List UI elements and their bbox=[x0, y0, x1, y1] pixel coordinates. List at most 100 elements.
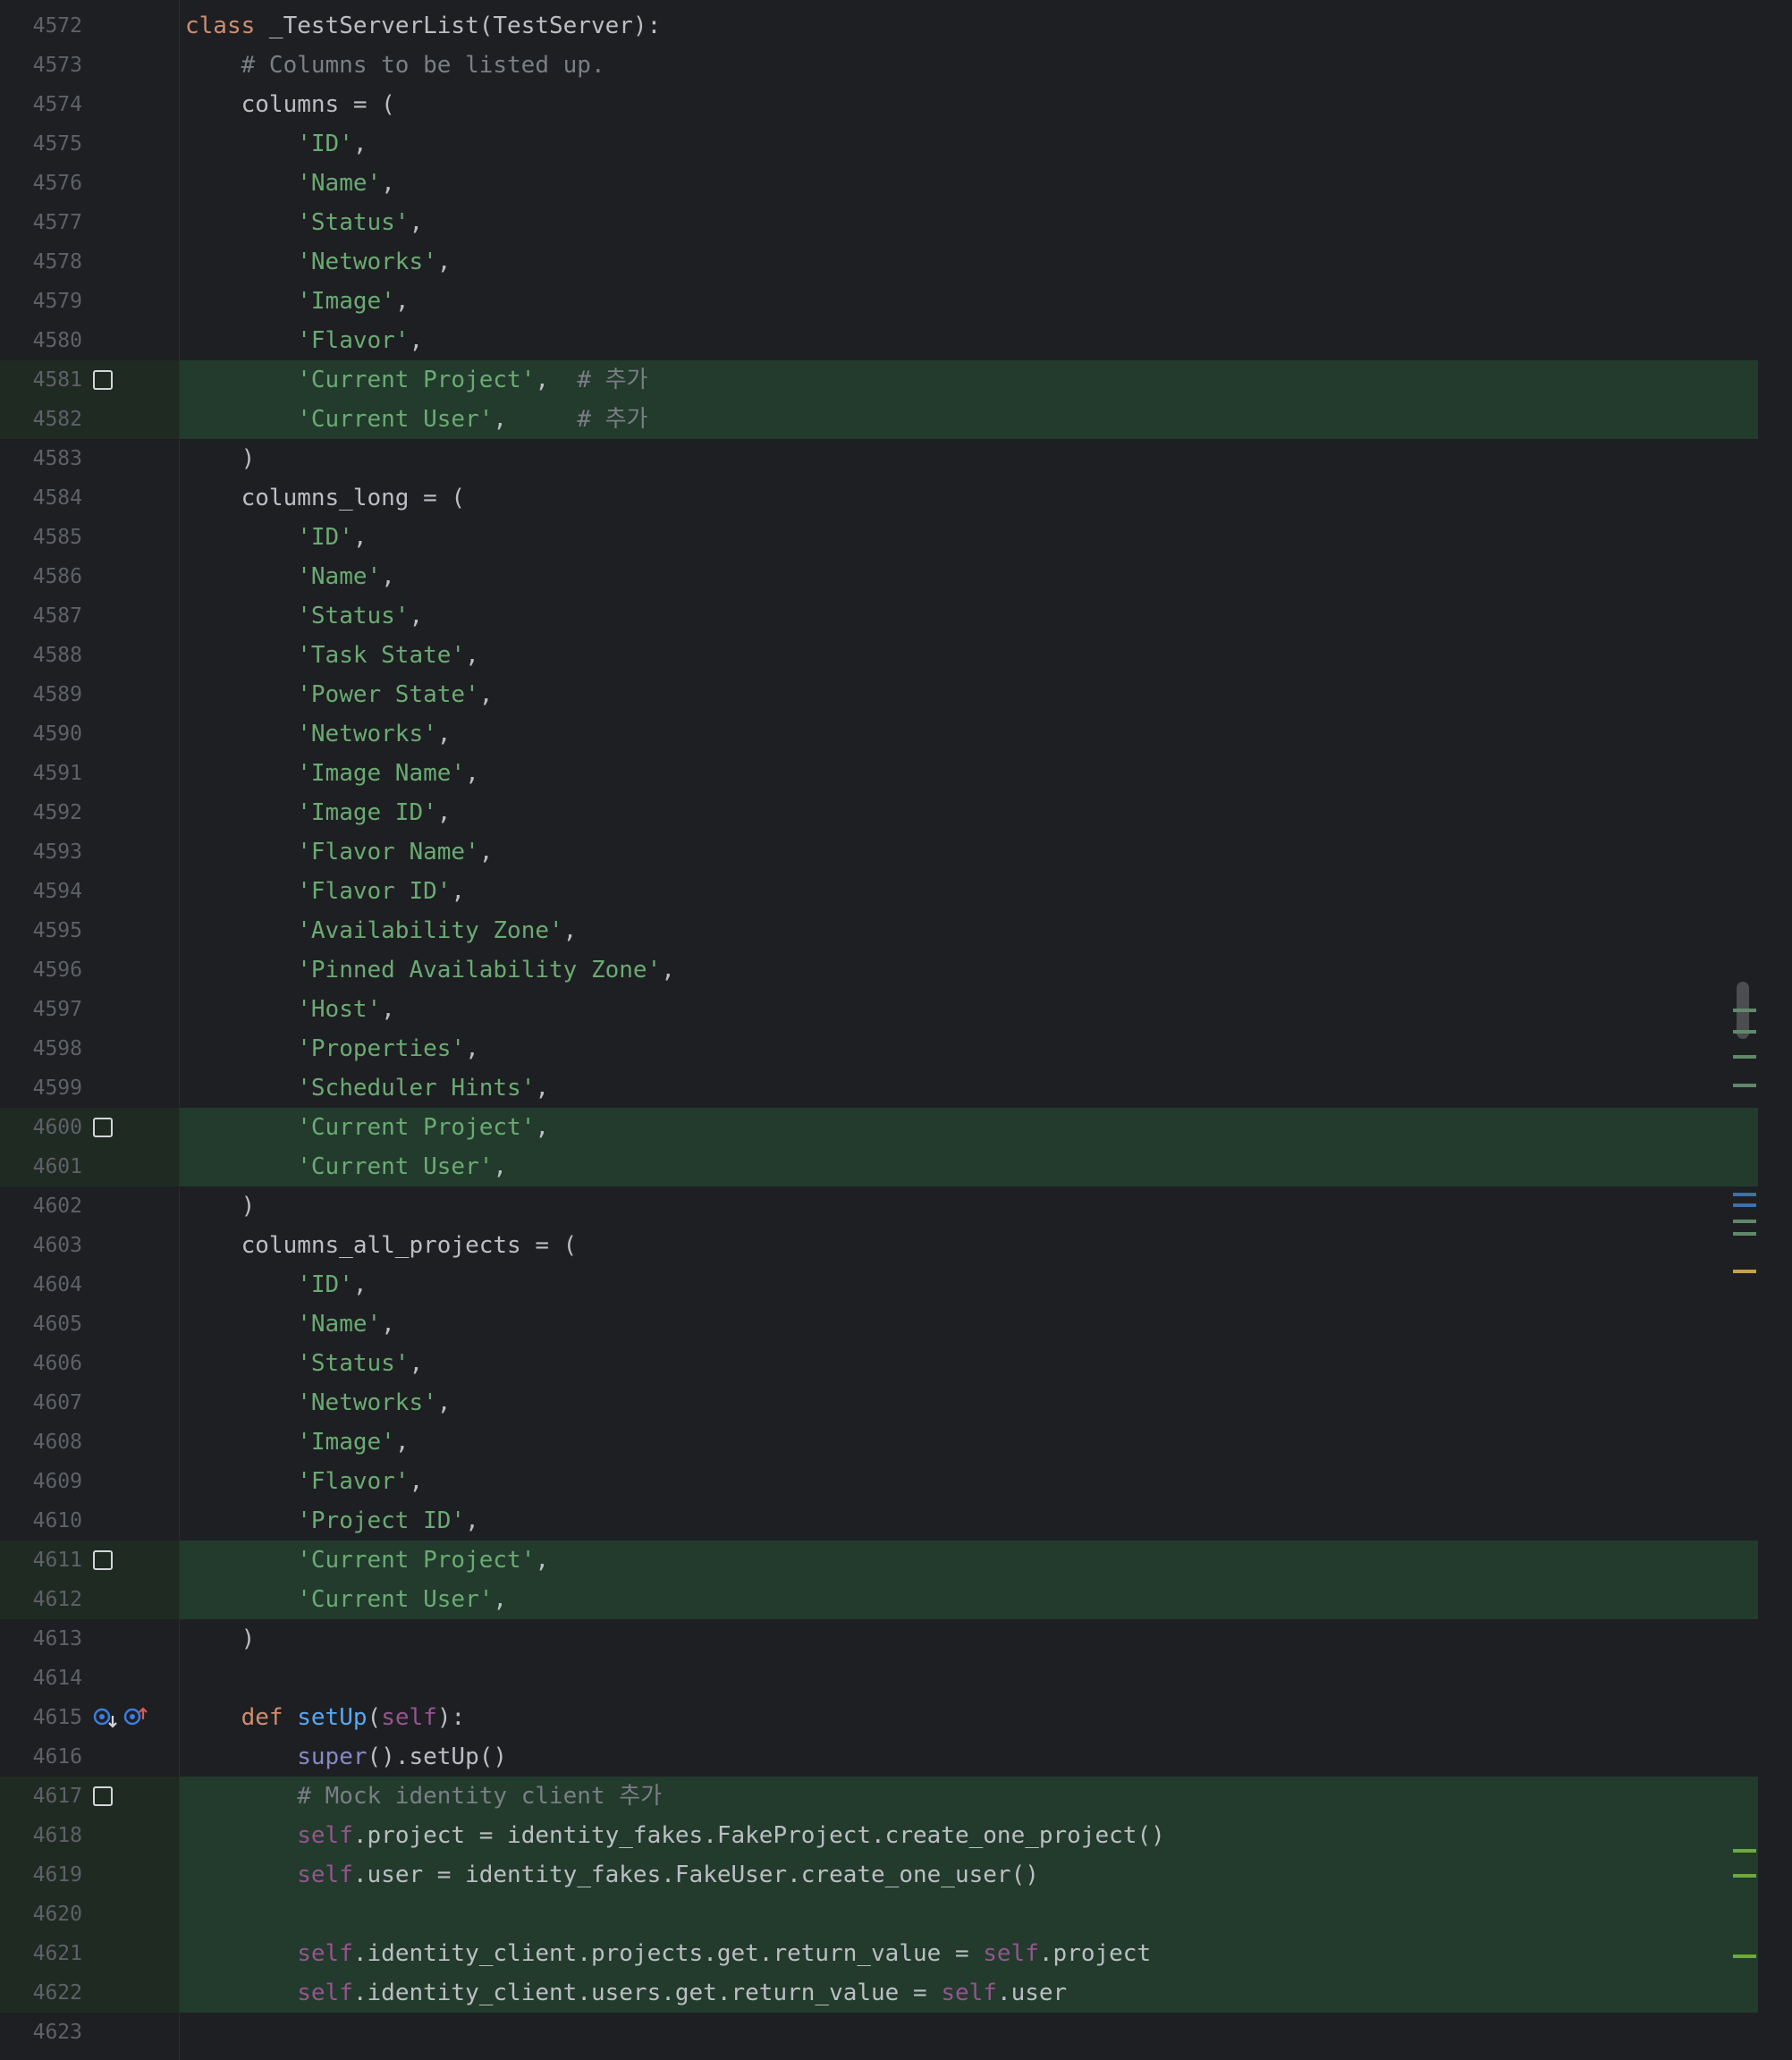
code-line[interactable]: 4594 'Flavor ID', bbox=[0, 872, 1757, 911]
code-text[interactable]: def setUp(self): bbox=[180, 1698, 1762, 1737]
code-line[interactable]: 4593 'Flavor Name', bbox=[0, 832, 1757, 872]
code-line[interactable]: 4574 columns = ( bbox=[0, 85, 1757, 124]
code-line[interactable]: 4614 bbox=[0, 1659, 1757, 1698]
change-checkbox[interactable] bbox=[93, 1550, 113, 1570]
code-text[interactable]: 'Host', bbox=[180, 990, 1762, 1029]
scrollbar-change-marker[interactable] bbox=[1733, 1084, 1756, 1087]
scrollbar-change-marker[interactable] bbox=[1733, 1220, 1756, 1223]
code-line[interactable]: 4602 ) bbox=[0, 1186, 1757, 1226]
code-text[interactable]: 'Flavor Name', bbox=[180, 832, 1762, 872]
code-line[interactable]: 4573 # Columns to be listed up. bbox=[0, 46, 1757, 85]
gutter-cell[interactable]: 4611 bbox=[0, 1541, 179, 1580]
code-line[interactable]: 4608 'Image', bbox=[0, 1423, 1757, 1462]
code-line[interactable]: 4589 'Power State', bbox=[0, 675, 1757, 714]
gutter-cell[interactable]: 4615 bbox=[0, 1698, 179, 1737]
added-code-line[interactable]: 4619 self.user = identity_fakes.FakeUser… bbox=[0, 1855, 1762, 1895]
added-code-line[interactable]: 4601 'Current User', bbox=[0, 1147, 1762, 1186]
code-line[interactable]: 4580 'Flavor', bbox=[0, 321, 1757, 360]
gutter-cell[interactable]: 4602 bbox=[0, 1186, 179, 1226]
gutter-cell[interactable]: 4583 bbox=[0, 439, 179, 478]
gutter-cell[interactable]: 4574 bbox=[0, 85, 179, 124]
code-line[interactable]: 4616 super().setUp() bbox=[0, 1737, 1757, 1777]
code-text[interactable]: # Columns to be listed up. bbox=[180, 46, 1762, 85]
gutter-cell[interactable]: 4585 bbox=[0, 518, 179, 557]
gutter-cell[interactable]: 4584 bbox=[0, 478, 179, 518]
code-line[interactable]: 4583 ) bbox=[0, 439, 1757, 478]
added-code-line[interactable]: 4618 self.project = identity_fakes.FakeP… bbox=[0, 1816, 1762, 1855]
added-code-line[interactable]: 4620 bbox=[0, 1895, 1762, 1934]
code-line[interactable]: 4586 'Name', bbox=[0, 557, 1757, 596]
gutter-cell[interactable]: 4573 bbox=[0, 46, 179, 85]
gutter-cell[interactable]: 4610 bbox=[0, 1501, 179, 1541]
gutter-cell[interactable]: 4613 bbox=[0, 1619, 179, 1659]
code-text[interactable]: 'Current User', bbox=[180, 1147, 1762, 1186]
gutter-cell[interactable]: 4591 bbox=[0, 754, 179, 793]
code-line[interactable]: 4572 class _TestServerList(TestServer): bbox=[0, 6, 1757, 46]
code-text[interactable]: 'Flavor ID', bbox=[180, 872, 1762, 911]
gutter-cell[interactable]: 4578 bbox=[0, 242, 179, 282]
code-text[interactable]: 'Networks', bbox=[180, 242, 1762, 282]
code-text[interactable]: 'Scheduler Hints', bbox=[180, 1068, 1762, 1108]
gutter-cell[interactable]: 4609 bbox=[0, 1462, 179, 1501]
scrollbar-change-marker[interactable] bbox=[1733, 1232, 1756, 1236]
scrollbar-change-marker[interactable] bbox=[1733, 1055, 1756, 1059]
code-line[interactable]: 4588 'Task State', bbox=[0, 636, 1757, 675]
gutter-cell[interactable]: 4606 bbox=[0, 1344, 179, 1383]
gutter-cell[interactable]: 4581 bbox=[0, 360, 179, 400]
gutter-cell[interactable]: 4572 bbox=[0, 6, 179, 46]
gutter-cell[interactable]: 4620 bbox=[0, 1895, 179, 1934]
code-text[interactable]: 'ID', bbox=[180, 124, 1762, 164]
code-line[interactable]: 4585 'ID', bbox=[0, 518, 1757, 557]
scrollbar-change-marker[interactable] bbox=[1733, 1849, 1756, 1853]
code-text[interactable]: 'Status', bbox=[180, 1344, 1762, 1383]
gutter-cell[interactable]: 4622 bbox=[0, 1973, 179, 2013]
code-text[interactable]: 'ID', bbox=[180, 1265, 1762, 1304]
code-text[interactable]: columns_all_projects = ( bbox=[180, 1226, 1762, 1265]
scrollbar-change-marker[interactable] bbox=[1733, 1203, 1756, 1207]
code-line[interactable]: 4578 'Networks', bbox=[0, 242, 1757, 282]
code-text[interactable]: 'Project ID', bbox=[180, 1501, 1762, 1541]
code-text[interactable]: # Mock identity client 추가 bbox=[180, 1777, 1762, 1816]
gutter-cell[interactable]: 4603 bbox=[0, 1226, 179, 1265]
code-line[interactable]: 4605 'Name', bbox=[0, 1304, 1757, 1344]
gutter-cell[interactable]: 4582 bbox=[0, 400, 179, 439]
gutter-cell[interactable]: 4596 bbox=[0, 950, 179, 990]
code-line[interactable]: 4610 'Project ID', bbox=[0, 1501, 1757, 1541]
gutter-cell[interactable]: 4604 bbox=[0, 1265, 179, 1304]
code-text[interactable]: 'Availability Zone', bbox=[180, 911, 1762, 950]
gutter-cell[interactable]: 4597 bbox=[0, 990, 179, 1029]
code-line[interactable]: 4613 ) bbox=[0, 1619, 1757, 1659]
code-text[interactable]: 'Flavor', bbox=[180, 321, 1762, 360]
code-text[interactable]: 'Image ID', bbox=[180, 793, 1762, 832]
code-line[interactable]: 4595 'Availability Zone', bbox=[0, 911, 1757, 950]
added-code-line[interactable]: 4581 'Current Project', # 추가 bbox=[0, 360, 1762, 400]
gutter-cell[interactable]: 4607 bbox=[0, 1383, 179, 1423]
code-text[interactable]: columns = ( bbox=[180, 85, 1762, 124]
gutter-cell[interactable]: 4593 bbox=[0, 832, 179, 872]
code-line[interactable]: 4577 'Status', bbox=[0, 203, 1757, 242]
gutter-cell[interactable]: 4608 bbox=[0, 1423, 179, 1462]
added-code-line[interactable]: 4600 'Current Project', bbox=[0, 1108, 1762, 1147]
code-text[interactable]: 'Current Project', bbox=[180, 1108, 1762, 1147]
code-line[interactable]: 4597 'Host', bbox=[0, 990, 1757, 1029]
gutter-cell[interactable]: 4579 bbox=[0, 282, 179, 321]
gutter-cell[interactable]: 4592 bbox=[0, 793, 179, 832]
code-text[interactable]: columns_long = ( bbox=[180, 478, 1762, 518]
code-line[interactable]: 4623 bbox=[0, 2013, 1757, 2052]
code-line[interactable]: 4576 'Name', bbox=[0, 164, 1757, 203]
code-text[interactable]: 'Current User', bbox=[180, 1580, 1762, 1619]
gutter-cell[interactable]: 4586 bbox=[0, 557, 179, 596]
gutter-cell[interactable]: 4587 bbox=[0, 596, 179, 636]
scrollbar-change-marker[interactable] bbox=[1733, 1874, 1756, 1878]
added-code-line[interactable]: 4611 'Current Project', bbox=[0, 1541, 1762, 1580]
code-line[interactable]: 4606 'Status', bbox=[0, 1344, 1757, 1383]
gutter-cell[interactable]: 4617 bbox=[0, 1777, 179, 1816]
gutter-cell[interactable]: 4580 bbox=[0, 321, 179, 360]
gutter-cell[interactable]: 4623 bbox=[0, 2013, 179, 2052]
added-code-line[interactable]: 4621 self.identity_client.projects.get.r… bbox=[0, 1934, 1762, 1973]
code-line[interactable]: 4615 def setUp(self): bbox=[0, 1698, 1757, 1737]
added-code-line[interactable]: 4582 'Current User', # 추가 bbox=[0, 400, 1762, 439]
change-checkbox[interactable] bbox=[93, 1786, 113, 1806]
scrollbar-change-marker[interactable] bbox=[1733, 1009, 1756, 1012]
code-text[interactable]: 'Current User', # 추가 bbox=[180, 400, 1762, 439]
